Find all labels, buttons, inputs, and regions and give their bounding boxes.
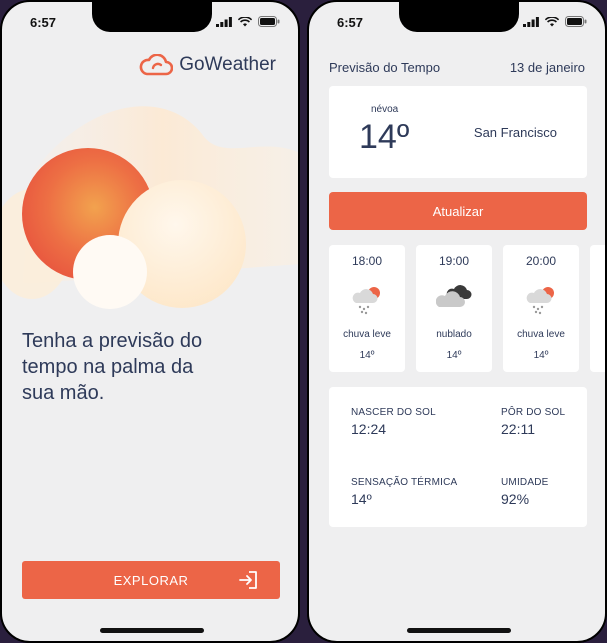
hour-temperature: 14º (359, 350, 375, 361)
welcome-headline: Tenha a previsão do tempo na palma da su… (22, 330, 203, 404)
forecast-phone: 6:57 Previsão do Tempo 13 de janeiro név… (307, 0, 607, 643)
home-indicator (100, 628, 204, 633)
status-icons (216, 16, 280, 27)
battery-icon (258, 16, 280, 27)
welcome-screen: 6:57 GoWeather Tenha a previsão do tempo… (0, 0, 300, 643)
hero-illustration (2, 106, 298, 309)
signal-icon (216, 16, 232, 27)
refresh-button[interactable]: Atualizar (329, 192, 587, 230)
humidity-label: UMIDADE (501, 477, 549, 488)
hourly-card[interactable]: 20:00 chuva leve 14º (503, 245, 579, 372)
hourly-card[interactable]: 19:00 nublado 14º (416, 245, 492, 372)
hour-temperature: 14º (533, 350, 549, 361)
home-indicator (407, 628, 511, 633)
feels-like-value: 14º (351, 491, 372, 507)
hour-time: 18:00 (351, 254, 383, 268)
signal-icon (523, 16, 539, 27)
enter-arrow-icon (239, 571, 257, 589)
welcome-phone: 6:57 GoWeather Tenha a previsão do tempo… (0, 0, 300, 643)
sunset-label: PÔR DO SOL (501, 407, 566, 418)
app-logo: GoWeather (139, 54, 276, 76)
current-condition: névoa (371, 104, 399, 115)
sunrise-value: 12:24 (351, 421, 387, 437)
hour-condition: nublado (436, 329, 472, 340)
hour-temperature: 14º (446, 350, 462, 361)
current-date: 13 de janeiro (509, 60, 585, 75)
current-weather-card: névoa 14º San Francisco (329, 86, 587, 178)
battery-icon (565, 16, 587, 27)
small-cloud-shape (73, 235, 147, 309)
wifi-icon (238, 16, 252, 26)
cloud-logo-icon (139, 54, 174, 76)
refresh-button-label: Atualizar (432, 203, 484, 219)
wifi-icon (545, 16, 559, 26)
explore-button-label: EXPLORAR (113, 572, 189, 588)
current-temperature: 14º (359, 118, 410, 156)
light-rain-icon (526, 287, 554, 315)
current-city: San Francisco (473, 125, 557, 140)
logo-text: GoWeather (179, 54, 276, 75)
hour-condition: chuva leve (517, 329, 565, 340)
cloudy-icon (436, 285, 472, 307)
forecast-screen: 6:57 Previsão do Tempo 13 de janeiro név… (307, 0, 607, 643)
hour-condition: chuva leve (343, 329, 391, 340)
feels-like-label: SENSAÇÃO TÉRMICA (351, 477, 458, 488)
status-icons (523, 16, 587, 27)
page-title: Previsão do Tempo (329, 60, 441, 75)
sunrise-label: NASCER DO SOL (351, 407, 436, 418)
weather-details-card: NASCER DO SOL 12:24 PÔR DO SOL 22:11 SEN… (329, 387, 587, 527)
status-time: 6:57 (337, 15, 364, 30)
hour-time: 19:00 (438, 254, 470, 268)
status-time: 6:57 (30, 15, 57, 30)
light-rain-icon (352, 287, 380, 315)
hour-time: 20:00 (525, 254, 557, 268)
hourly-card-partial[interactable] (590, 245, 605, 372)
sunset-value: 22:11 (501, 421, 535, 437)
notch (92, 2, 212, 32)
explore-button[interactable]: EXPLORAR (22, 561, 280, 599)
humidity-value: 92% (501, 491, 530, 507)
notch (399, 2, 519, 32)
hourly-forecast-list[interactable]: 18:00 chuva leve 14º 19:00 nublado 14º 2… (329, 245, 605, 372)
hourly-card[interactable]: 18:00 chuva leve 14º (329, 245, 405, 372)
